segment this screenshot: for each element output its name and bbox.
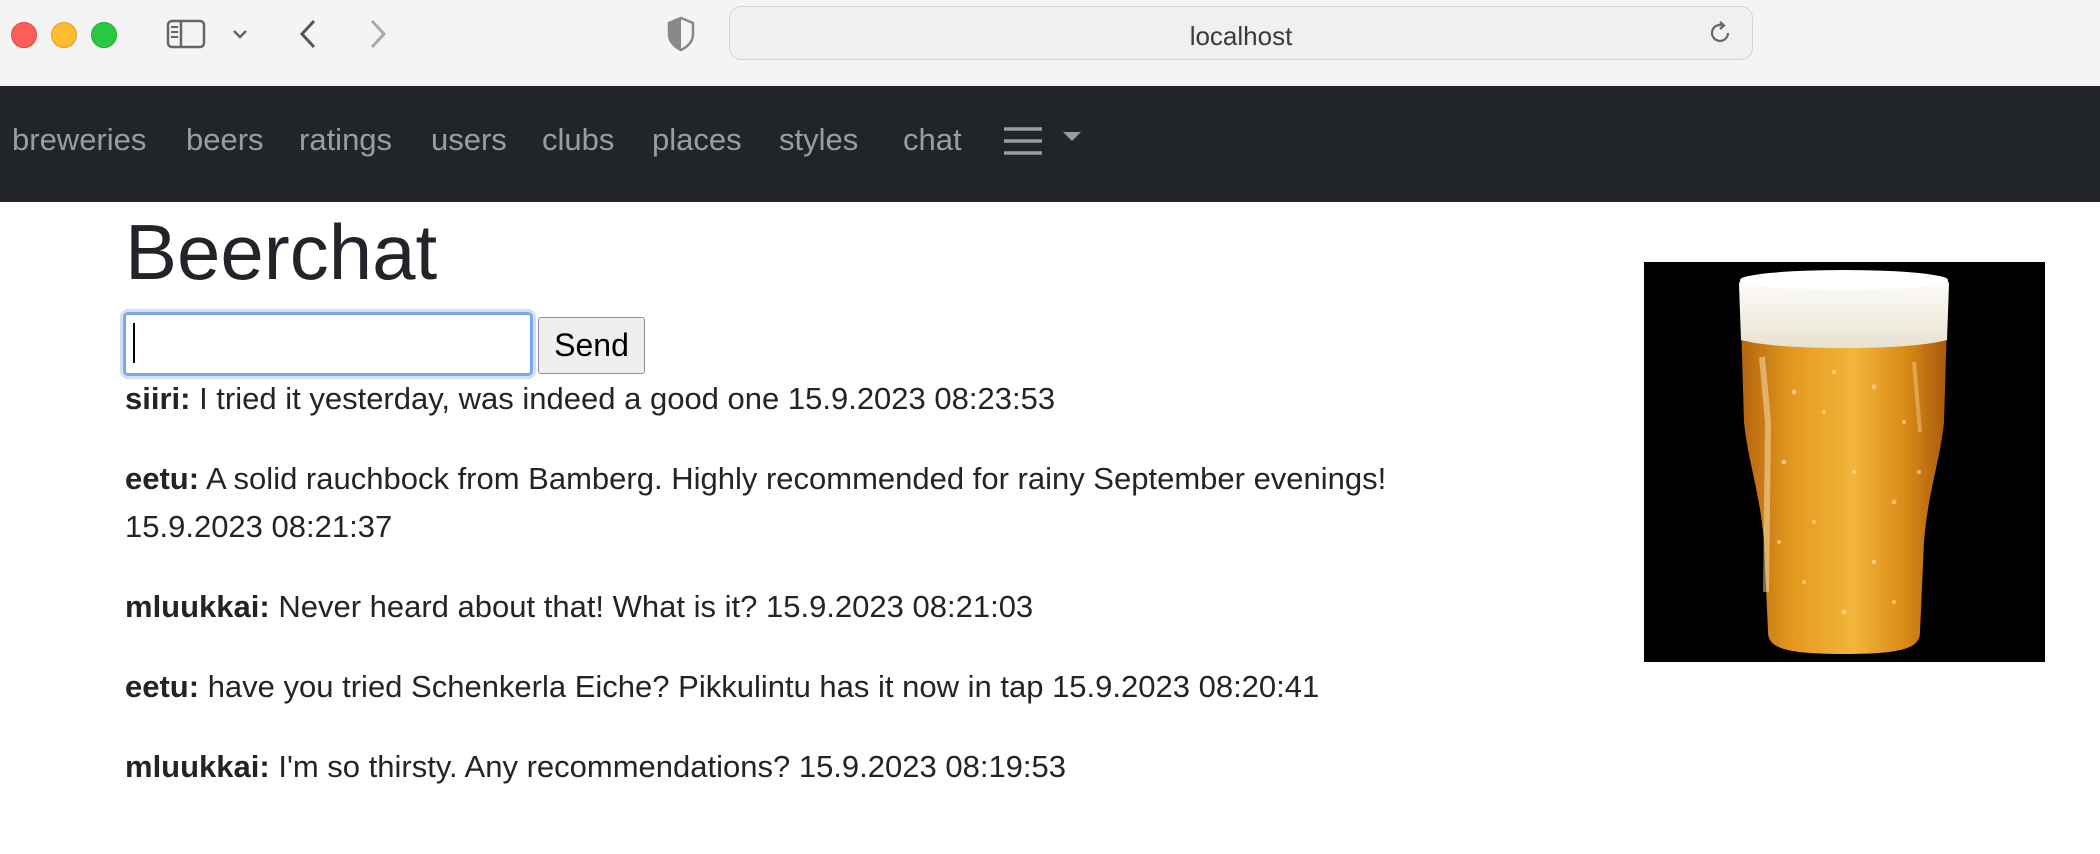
- chat-message-input[interactable]: [123, 312, 533, 376]
- nav-chat[interactable]: chat: [903, 122, 962, 158]
- message-author: siiri:: [125, 381, 191, 416]
- message-author: mluukkai:: [125, 749, 270, 784]
- beer-glass-image: [1644, 262, 2045, 662]
- nav-places[interactable]: places: [652, 122, 742, 158]
- chevron-right-icon[interactable]: [362, 16, 394, 52]
- message-text: I tried it yesterday, was indeed a good …: [190, 381, 1056, 416]
- close-window-button[interactable]: [11, 22, 37, 48]
- nav-beers[interactable]: beers: [186, 122, 264, 158]
- message-text: Never heard about that! What is it? 15.9…: [269, 589, 1034, 624]
- message-author: eetu:: [125, 669, 200, 704]
- chevron-left-icon[interactable]: [292, 16, 324, 52]
- chat-message: eetu: have you tried Schenkerla Eiche? P…: [125, 663, 1525, 711]
- sidebar-icon[interactable]: [166, 17, 206, 51]
- nav-clubs[interactable]: clubs: [542, 122, 614, 158]
- message-author: eetu:: [125, 461, 200, 496]
- chat-message: mluukkai: I'm so thirsty. Any recommenda…: [125, 743, 1525, 791]
- page-title: Beerchat: [125, 208, 438, 296]
- nav-ratings[interactable]: ratings: [299, 122, 392, 158]
- message-author: mluukkai:: [125, 589, 270, 624]
- shield-icon[interactable]: [664, 14, 698, 54]
- message-text: A solid rauchbock from Bamberg. Highly r…: [125, 461, 1387, 544]
- chat-message: siiri: I tried it yesterday, was indeed …: [125, 375, 1525, 423]
- minimize-window-button[interactable]: [51, 22, 77, 48]
- hamburger-icon: [1004, 127, 1081, 155]
- chat-message: eetu: A solid rauchbock from Bamberg. Hi…: [125, 455, 1505, 551]
- main-navbar: breweries beers ratings users clubs plac…: [0, 86, 2100, 202]
- nav-users[interactable]: users: [431, 122, 507, 158]
- nav-styles[interactable]: styles: [779, 122, 858, 158]
- message-list: siiri: I tried it yesterday, was indeed …: [125, 375, 1525, 823]
- nav-breweries[interactable]: breweries: [12, 122, 146, 158]
- nav-dropdown-toggle[interactable]: [1002, 122, 1092, 162]
- text-caret: [133, 323, 135, 363]
- send-button[interactable]: Send: [538, 317, 645, 374]
- address-bar[interactable]: localhost: [729, 6, 1753, 60]
- message-text: have you tried Schenkerla Eiche? Pikkuli…: [199, 669, 1320, 704]
- url-text: localhost: [1189, 21, 1293, 51]
- chevron-down-icon[interactable]: [228, 20, 252, 48]
- message-text: I'm so thirsty. Any recommendations? 15.…: [269, 749, 1067, 784]
- browser-toolbar: localhost: [0, 0, 2100, 87]
- chat-message: mluukkai: Never heard about that! What i…: [125, 583, 1525, 631]
- zoom-window-button[interactable]: [91, 22, 117, 48]
- reload-icon[interactable]: [1706, 19, 1734, 47]
